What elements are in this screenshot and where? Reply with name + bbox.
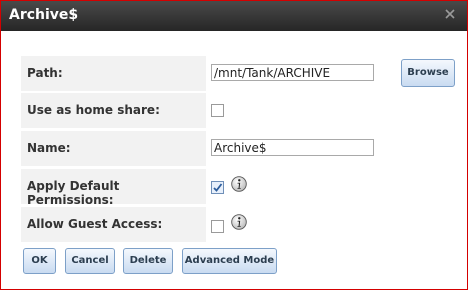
- default-permissions-value-cell: [208, 169, 447, 204]
- share-dialog: Archive$ Path: Browse Use as home share:…: [0, 0, 468, 290]
- path-label-cell: Path:: [21, 56, 206, 91]
- checkmark-icon: [213, 183, 223, 192]
- path-label: Path:: [27, 66, 63, 80]
- default-permissions-label: Apply Default Permissions:: [27, 179, 120, 207]
- guest-access-label-cell: Allow Guest Access:: [21, 207, 206, 242]
- path-input[interactable]: [211, 64, 374, 81]
- browse-button[interactable]: Browse: [401, 59, 455, 87]
- home-share-value-cell: [208, 93, 447, 128]
- title-bar[interactable]: Archive$: [1, 1, 467, 31]
- path-value-cell: Browse: [208, 56, 455, 91]
- guest-access-checkbox[interactable]: [211, 220, 224, 233]
- cancel-button[interactable]: Cancel: [65, 248, 115, 274]
- name-label-cell: Name:: [21, 131, 206, 166]
- default-permissions-row: Apply Default Permissions:: [21, 169, 447, 207]
- name-value-cell: [208, 131, 447, 166]
- delete-button[interactable]: Delete: [123, 248, 173, 274]
- home-share-label-cell: Use as home share:: [21, 93, 206, 128]
- guest-access-label: Allow Guest Access:: [27, 217, 163, 231]
- close-x-icon[interactable]: [445, 9, 455, 19]
- guest-access-value-cell: [208, 207, 447, 242]
- default-permissions-checkbox[interactable]: [211, 181, 224, 194]
- advanced-mode-button[interactable]: Advanced Mode: [182, 248, 277, 274]
- home-share-label: Use as home share:: [27, 103, 160, 117]
- name-input[interactable]: [211, 139, 374, 156]
- info-icon[interactable]: [231, 214, 247, 230]
- ok-button[interactable]: OK: [23, 248, 56, 274]
- path-row: Path: Browse: [21, 56, 455, 91]
- name-label: Name:: [27, 141, 71, 155]
- window-title: Archive$: [9, 7, 79, 23]
- name-row: Name:: [21, 131, 447, 166]
- info-icon[interactable]: [231, 176, 247, 192]
- home-share-checkbox[interactable]: [211, 104, 224, 117]
- home-share-row: Use as home share:: [21, 93, 447, 128]
- guest-access-row: Allow Guest Access:: [21, 207, 447, 242]
- default-permissions-label-cell: Apply Default Permissions:: [21, 169, 206, 207]
